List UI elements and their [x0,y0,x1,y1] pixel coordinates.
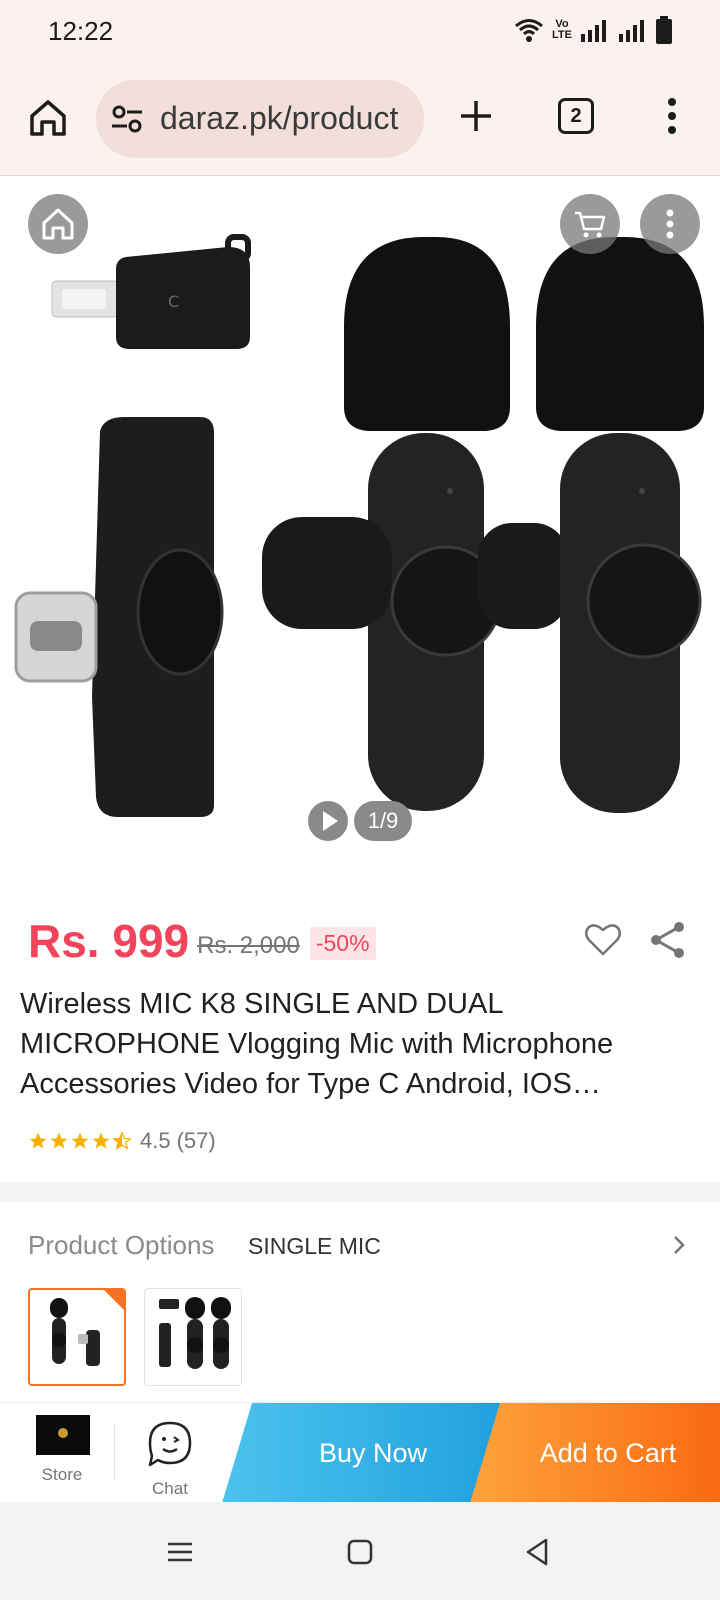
product-gallery[interactable]: C 1/9 [0,177,720,877]
play-icon [323,811,338,831]
status-icons: Vo LTE [514,16,672,44]
chat-button[interactable]: Chat [130,1419,210,1501]
bottom-action-bar: Store Chat Buy Now Add to Cart [0,1402,720,1503]
type-c-receiver-image [14,417,224,817]
new-tab-icon[interactable] [458,98,494,134]
rating-row[interactable]: 4.5 (57) [28,1128,216,1154]
cart-icon [575,211,606,238]
current-price: Rs. 999 [28,915,190,967]
option-thumbnail-single-mic[interactable] [28,1288,126,1386]
signal-icon-2 [619,20,644,42]
microphone-right-image [478,237,704,813]
section-divider [0,1182,720,1202]
review-count: (57) [176,1128,216,1153]
home-icon [42,208,74,240]
system-navigation-bar [0,1502,720,1600]
chevron-right-icon[interactable] [670,1234,688,1256]
recent-apps-icon[interactable] [164,1536,196,1568]
discount-badge: -50% [309,926,376,960]
product-options-selected[interactable]: SINGLE MIC [248,1233,381,1260]
address-bar[interactable]: daraz.pk/product [96,80,424,158]
buy-now-button[interactable]: Buy Now [222,1403,508,1503]
star-icon [71,1132,89,1149]
lightning-adapter-image: C [51,234,251,349]
store-logo [36,1415,90,1455]
product-image: C [14,234,704,817]
selected-corner-marker [104,1290,124,1310]
price-row: Rs. 999 Rs. 2,000 -50% [28,914,376,968]
cart-button[interactable] [560,194,620,254]
store-button[interactable]: Store [20,1415,104,1495]
action-separator [114,1423,115,1479]
chat-label: Chat [152,1479,188,1498]
star-icon [50,1132,68,1149]
star-icon [92,1132,110,1149]
product-title: Wireless MIC K8 SINGLE AND DUAL MICROPHO… [20,988,614,1100]
more-options-button[interactable] [640,194,700,254]
store-logo-mark [58,1428,68,1438]
half-star-icon [112,1131,132,1150]
site-settings-icon[interactable] [110,102,144,136]
battery-icon [656,16,672,44]
store-home-button[interactable] [28,194,88,254]
browser-home-icon[interactable] [26,96,70,140]
add-to-cart-button[interactable]: Add to Cart [470,1403,720,1503]
product-options-label[interactable]: Product Options [28,1230,214,1261]
star-icon [29,1132,47,1149]
more-vertical-icon [666,209,674,239]
back-icon[interactable] [522,1536,554,1568]
store-label: Store [41,1465,83,1484]
microphone-left-image [262,237,510,811]
svg-text:C: C [168,292,179,311]
image-counter: 1/9 [354,801,412,841]
status-time: 12:22 [48,16,114,46]
wishlist-heart-icon[interactable] [584,922,622,958]
url-text: daraz.pk/product [160,100,399,136]
signal-icon [581,20,606,42]
rating-value: 4.5 [140,1128,171,1153]
browser-toolbar: daraz.pk/product 2 [0,62,720,176]
original-price: Rs. 2,000 [197,932,300,959]
play-video-button[interactable] [308,801,348,841]
rating-stars [28,1131,132,1151]
tab-switcher-button[interactable]: 2 [558,98,594,134]
option-image [159,1297,231,1369]
option-thumbnail-dual-mic[interactable] [144,1288,242,1386]
browser-menu-icon[interactable] [656,96,688,136]
volte-icon: Vo LTE [552,18,572,41]
share-icon[interactable] [648,920,688,960]
home-nav-icon[interactable] [344,1536,376,1568]
chat-icon [148,1421,192,1467]
status-bar: 12:22 Vo LTE [0,0,720,62]
wifi-icon [515,19,543,42]
